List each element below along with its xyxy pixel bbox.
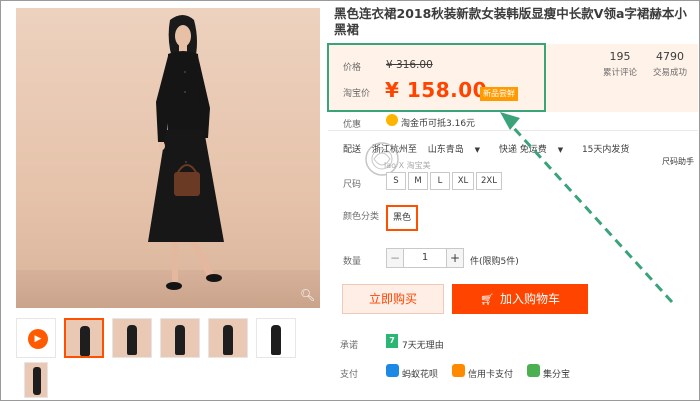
thumbnail-3[interactable] [160, 318, 200, 358]
jifenbao-icon [527, 364, 540, 377]
payment-jifenbao[interactable]: 集分宝 [543, 367, 570, 380]
thumbnail-6[interactable] [24, 362, 48, 398]
color-option-black[interactable]: 黑色 [386, 205, 418, 231]
seven-day-return-icon: 7 [386, 334, 398, 348]
sales-count-label: 交易成功 [652, 68, 687, 78]
size-label: 尺码 [343, 180, 362, 190]
quantity-increase-button[interactable]: + [446, 248, 464, 268]
product-title: 黑色连衣裙2018秋装新款女装韩版显瘦中长款V领a字裙赫本小黑裙 [334, 6, 687, 37]
taobao-coin-icon [386, 114, 398, 126]
video-thumbnail[interactable]: ▶ [16, 318, 56, 358]
watermark-text: lao X 淘宝美 [384, 161, 431, 170]
shipping-type-select[interactable]: 快递 免运费 ▼ [499, 145, 571, 155]
add-to-cart-label: 加入购物车 [499, 292, 560, 306]
thumbnail-figure [127, 325, 137, 355]
main-product-image[interactable]: 🔍︎ [16, 8, 320, 308]
model-figure [148, 15, 224, 290]
payment-credit-card[interactable]: 信用卡支付 [468, 367, 513, 380]
size-option-s[interactable]: S [386, 172, 406, 190]
credit-card-icon [452, 364, 465, 377]
shipping-type: 快递 免运费 [498, 145, 547, 155]
cart-icon: 🛒︎ [480, 293, 494, 306]
thumbnail-4[interactable] [208, 318, 248, 358]
shipping-label: 配送 [343, 145, 362, 155]
quantity-input[interactable]: 1 [403, 248, 447, 268]
return-policy-link[interactable]: 7天无理由 [402, 338, 444, 351]
zoom-icon[interactable]: 🔍︎ [300, 288, 315, 302]
thumbnail-2[interactable] [112, 318, 152, 358]
shipping-destination-select[interactable]: 山东青岛 ▼ [428, 145, 488, 155]
thumbnail-figure [223, 325, 233, 355]
size-option-xl[interactable]: XL [452, 172, 474, 190]
size-option-m[interactable]: M [408, 172, 428, 190]
huabei-icon [386, 364, 399, 377]
quantity-limit-text: 件(限购5件) [470, 257, 519, 267]
sales-count-stat: 4790 交易成功 [640, 50, 700, 78]
play-icon: ▶ [28, 329, 48, 349]
payment-huabei[interactable]: 蚂蚁花呗 [402, 367, 438, 380]
thumbnail-strip: ▶ [16, 318, 320, 358]
promo-label: 优惠 [343, 120, 362, 130]
thumbnail-figure [175, 325, 185, 355]
divider [328, 130, 698, 131]
payment-label: 支付 [340, 370, 359, 380]
shipping-destination: 山东青岛 [427, 145, 464, 155]
coin-discount-text: 淘金币可抵3.16元 [401, 119, 476, 129]
price-highlight-box [327, 43, 546, 112]
size-option-2xl[interactable]: 2XL [476, 172, 502, 190]
thumbnail-figure [33, 367, 41, 395]
chevron-down-icon: ▼ [474, 146, 481, 154]
quantity-label: 数量 [343, 257, 362, 267]
size-option-l[interactable]: L [430, 172, 450, 190]
thumbnail-1[interactable] [64, 318, 104, 358]
quantity-decrease-button[interactable]: − [386, 248, 404, 268]
promise-label: 承诺 [340, 341, 359, 351]
sales-count: 4790 [656, 50, 684, 63]
delivery-time: 15天内发货 [581, 145, 630, 155]
thumbnail-figure [80, 326, 90, 356]
add-to-cart-button[interactable]: 🛒︎ 加入购物车 [452, 284, 588, 314]
color-label: 颜色分类 [343, 212, 380, 222]
buy-now-button[interactable]: 立即购买 [342, 284, 444, 314]
chevron-down-icon: ▼ [557, 146, 564, 154]
size-helper-link[interactable]: 尺码助手 [662, 156, 694, 167]
thumbnail-5[interactable] [256, 318, 296, 358]
thumbnail-figure [271, 325, 281, 355]
